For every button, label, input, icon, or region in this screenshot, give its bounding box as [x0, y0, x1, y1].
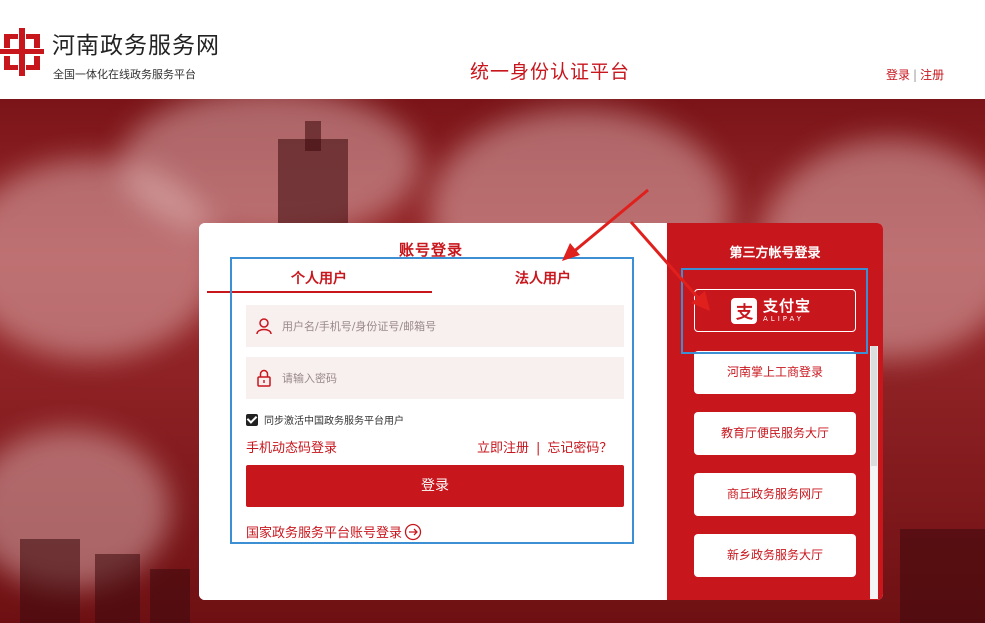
scrollbar-thumb[interactable] [871, 346, 877, 466]
third-party-title: 第三方帐号登录 [729, 246, 821, 261]
third-party-scrollbar[interactable] [870, 346, 878, 599]
platform-title: 统一身份认证平台 [470, 61, 631, 83]
cloud-shape [120, 99, 420, 239]
building-shape [95, 554, 140, 623]
site-slogan: 全国一体化在线政务服务平台 [53, 68, 196, 81]
header-link-separator: | [913, 68, 918, 82]
shangqiu-service-button[interactable]: 商丘政务服务网厅 [694, 473, 856, 516]
site-name: 河南政务服务网 [52, 33, 220, 59]
annotation-box-login-form [230, 257, 634, 544]
education-service-hall-button[interactable]: 教育厅便民服务大厅 [694, 412, 856, 455]
header-register-link[interactable]: 注册 [920, 68, 944, 82]
building-shape [305, 121, 321, 151]
site-logo-icon [0, 28, 44, 76]
annotation-box-alipay [681, 268, 868, 354]
building-shape [20, 539, 80, 623]
building-shape [150, 569, 190, 623]
top-links: 登录 | 注册 [886, 66, 944, 83]
header-login-link[interactable]: 登录 [886, 68, 910, 82]
building-shape [900, 529, 985, 623]
xinxiang-service-button[interactable]: 新乡政务服务大厅 [694, 534, 856, 577]
site-header: 河南政务服务网 全国一体化在线政务服务平台 统一身份认证平台 登录 | 注册 [0, 0, 985, 99]
henan-mobile-business-login-button[interactable]: 河南掌上工商登录 [694, 351, 856, 394]
